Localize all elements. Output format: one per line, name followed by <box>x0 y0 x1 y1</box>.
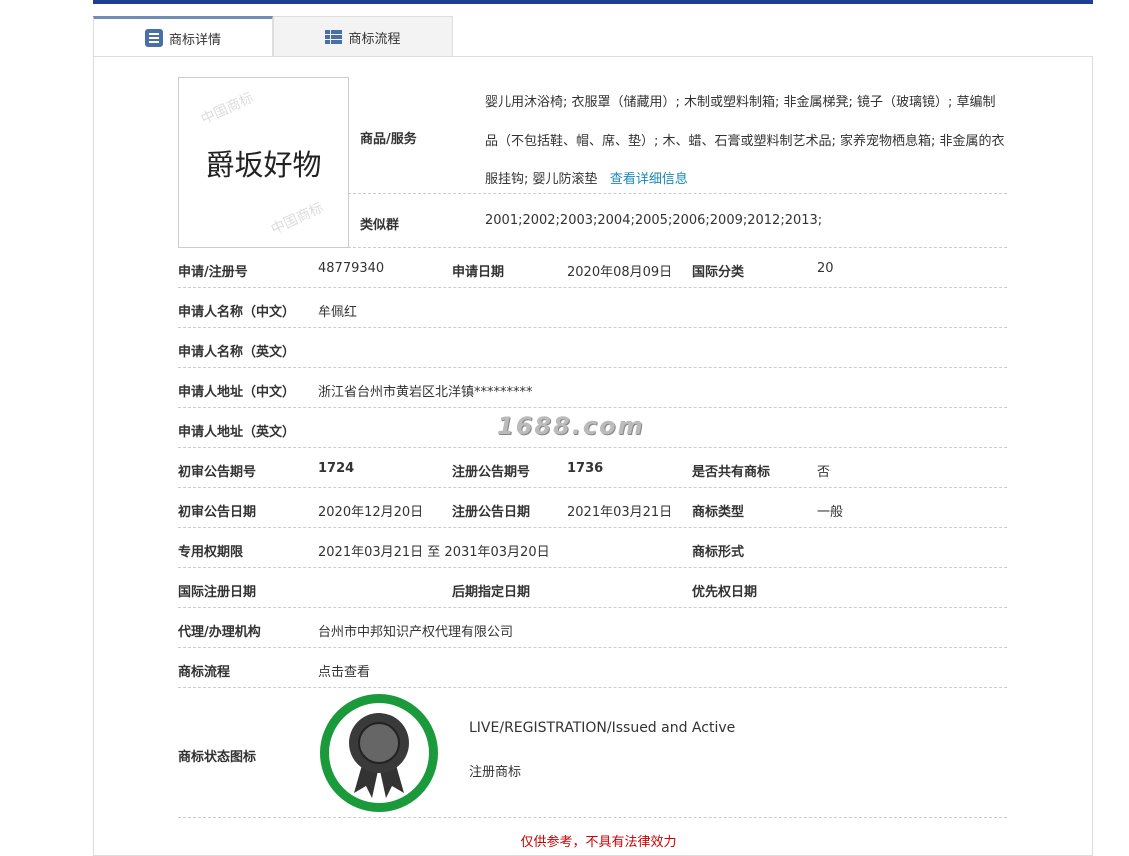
info-row <box>178 368 1007 408</box>
field-label: 申请/注册号 <box>178 265 248 280</box>
tab-trademark-process[interactable]: 商标流程 <box>273 16 453 57</box>
field-value: 2021年03月21日 至 2031年03月20日 <box>318 545 550 560</box>
field-label: 商标类型 <box>692 505 745 520</box>
disclaimer: 仅供参考，不具有法律效力 <box>520 835 677 850</box>
field-label: 商标流程 <box>178 665 231 680</box>
field-value: 一般 <box>817 505 844 520</box>
field-label: 专用权期限 <box>178 545 244 560</box>
field-value: 浙江省台州市黄岩区北洋镇********* <box>318 385 533 400</box>
field-value: 否 <box>817 465 831 480</box>
goods-label: 商品/服务 <box>360 132 417 147</box>
registered-badge-icon <box>320 694 438 812</box>
status-english: LIVE/REGISTRATION/Issued and Active <box>469 720 736 736</box>
field-value: 48779340 <box>318 261 385 276</box>
info-row <box>178 568 1007 608</box>
field-label: 初审公告日期 <box>178 505 257 520</box>
field-label: 代理/办理机构 <box>178 625 261 640</box>
top-bar <box>93 0 1093 4</box>
view-details-link[interactable]: 查看详细信息 <box>610 172 688 187</box>
field-value: 2020年08月09日 <box>567 265 673 280</box>
status-row <box>178 688 1007 818</box>
field-value: 2021年03月21日 <box>567 505 673 520</box>
field-label: 申请人地址（中文） <box>178 385 296 400</box>
document-icon <box>144 29 163 47</box>
status-chinese: 注册商标 <box>469 765 522 780</box>
field-label: 后期指定日期 <box>452 585 531 600</box>
tab-label: 商标流程 <box>348 31 401 47</box>
goods-value: 婴儿用沐浴椅; 衣服罩（储藏用）; 木制或塑料制箱; 非金属梯凳; 镜子（玻璃镜… <box>485 84 1005 200</box>
similar-value: 2001;2002;2003;2004;2005;2006;2009;2012;… <box>485 213 823 228</box>
field-label: 是否共有商标 <box>692 465 771 480</box>
field-value: 2020年12月20日 <box>318 505 424 520</box>
status-label: 商标状态图标 <box>178 750 257 765</box>
field-label: 国际分类 <box>692 265 745 280</box>
tab-label: 商标详情 <box>168 32 221 48</box>
field-label: 商标形式 <box>692 545 745 560</box>
field-label: 申请人地址（英文） <box>178 425 296 440</box>
info-row <box>178 328 1007 368</box>
info-row <box>178 288 1007 328</box>
info-row <box>178 608 1007 648</box>
tab-bar: 商标详情 商标流程 <box>93 16 453 57</box>
field-label: 申请日期 <box>452 265 505 280</box>
field-label: 注册公告日期 <box>452 505 531 520</box>
field-value: 1724 <box>318 461 355 476</box>
field-label: 初审公告期号 <box>178 465 257 480</box>
field-label: 申请人名称（英文） <box>178 345 296 360</box>
field-value: 20 <box>817 261 834 276</box>
info-row <box>178 528 1007 568</box>
tab-trademark-details[interactable]: 商标详情 <box>93 16 273 57</box>
goods-text: 婴儿用沐浴椅; 衣服罩（储藏用）; 木制或塑料制箱; 非金属梯凳; 镜子（玻璃镜… <box>485 95 1005 187</box>
field-label: 申请人名称（中文） <box>178 305 296 320</box>
field-value: 牟佩红 <box>318 305 358 320</box>
field-value: 台州市中邦知识产权代理有限公司 <box>318 625 514 640</box>
info-row <box>178 648 1007 688</box>
list-icon <box>325 29 343 45</box>
trademark-image: 中国商标 中国商标 爵坂好物 <box>178 77 349 248</box>
view-process-link[interactable]: 点击查看 <box>318 661 370 680</box>
field-label: 注册公告期号 <box>452 465 531 480</box>
field-label: 国际注册日期 <box>178 585 257 600</box>
similar-label: 类似群 <box>360 218 400 233</box>
field-label: 优先权日期 <box>692 585 758 600</box>
field-value: 1736 <box>567 461 604 476</box>
trademark-image-text: 爵坂好物 <box>205 147 322 182</box>
watermark: 1688.com <box>497 412 645 440</box>
